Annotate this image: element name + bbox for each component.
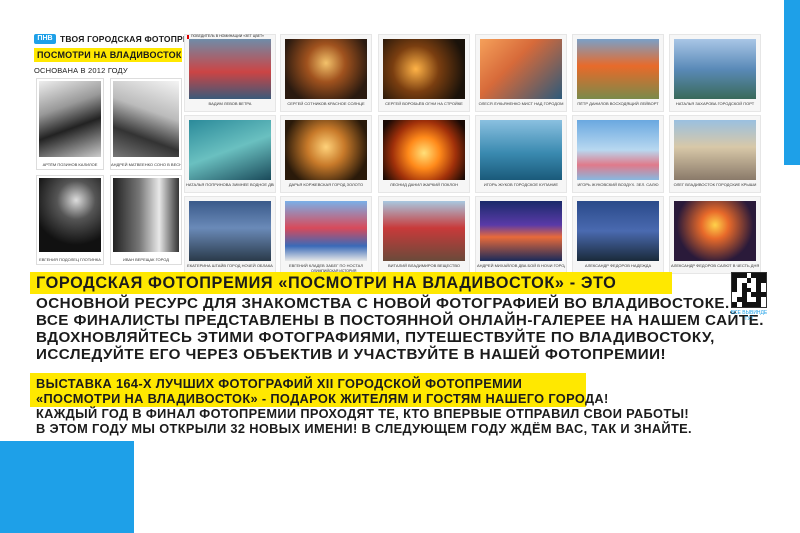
photo-image: [577, 39, 659, 99]
exhibition-line: «ПОСМОТРИ НА ВЛАДИВОСТОК» - ПОДАРОК ЖИТЕ…: [36, 391, 609, 406]
photo-image: [674, 39, 756, 99]
photo-image: [285, 201, 367, 261]
photo-caption: ВИТАЛИЙ ВЛАДИМИРОВ ВЕЩЕСТВО: [387, 263, 460, 268]
brand-header: ПНВ ТВОЯ ГОРОДСКАЯ ФОТОПРЕМИЯ: [34, 34, 209, 44]
brand-logo: ПНВ: [34, 34, 56, 44]
photo-tile: ВИТАЛИЙ ВЛАДИМИРОВ ВЕЩЕСТВО: [378, 196, 470, 274]
photo-tile: НАТАЛЬЯ ПОПРИНОВА ЗИМНЕЕ ВОДНОЕ ДВИЖЕНИЕ: [184, 115, 276, 193]
photo-tile: ЕКАТЕРИНА ШТАЙВ ГОРОД НОЧЕЙ ОБЛАКА: [184, 196, 276, 274]
intro-line: ВДОХНОВЛЯЙТЕСЬ ЭТИМИ ФОТОГРАФИЯМИ, ПУТЕШ…: [36, 329, 715, 346]
qr-module: [761, 302, 766, 307]
photo-caption: ЕКАТЕРИНА ШТАЙВ ГОРОД НОЧЕЙ ОБЛАКА: [187, 263, 273, 268]
photo-tile: ИГОРЬ ЖУКОВ ГОРОДСКОЕ КУПАНИЕ: [475, 115, 567, 193]
photo-image: [39, 81, 101, 157]
photo-image: [577, 120, 659, 180]
photo-caption: АЛЕКСАНДР ФЕДОРОВ САЛЮТ В ЧЕСТЬ ДНЯ ВМФ: [671, 263, 759, 268]
photo-caption: ЛЕОНИД ДАНИЛ ЖАРКИЙ ПОКЛОН: [389, 182, 459, 187]
photo-image: [383, 120, 465, 180]
exhibition-line: ВЫСТАВКА 164-Х ЛУЧШИХ ФОТОГРАФИЙ XII ГОР…: [36, 376, 523, 391]
photo-caption: АНДРЕЙ МИХАЙЛОВ ДВА БОЙ В НОЧИ ГОРОД: [477, 263, 565, 268]
blue-block-decoration: [0, 441, 134, 533]
photo-caption: АРТЁМ ПОЗИНОВ КАЛИЛОЕ: [42, 162, 98, 167]
photo-image: [480, 120, 562, 180]
photo-tile: ОЛЕГ ВЛАДИВОСТОК ГОРОДСКИЕ КРЫШИ: [669, 115, 761, 193]
intro-line: ВСЕ ФИНАЛИСТЫ ПРЕДСТАВЛЕНЫ В ПОСТОЯННОЙ …: [36, 312, 764, 329]
photo-tile: АНДРЕЙ МИХАЙЛОВ ДВА БОЙ В НОЧИ ГОРОД: [475, 196, 567, 274]
photo-caption: НАТАЛЬЯ ПОПРИНОВА ЗИМНЕЕ ВОДНОЕ ДВИЖЕНИЕ: [186, 182, 274, 187]
exhibition-line: КАЖДЫЙ ГОД В ФИНАЛ ФОТОПРЕМИИ ПРОХОДЯТ Т…: [36, 406, 690, 421]
photo-image: [285, 39, 367, 99]
photo-caption: ИГОРЬ ЖУКОВСКИЙ ВОЗДУХ. ЗЕЛ. САЛЮ: [577, 182, 659, 187]
photo-image: [39, 178, 101, 252]
photo-image: [383, 39, 465, 99]
photo-caption: ЕВГЕНИЯ ПОДОЛЕЦ ГЛОТИНКА: [39, 257, 101, 262]
bw-photo: ЕВГЕНИЯ ПОДОЛЕЦ ГЛОТИНКА: [36, 175, 104, 265]
photo-image: [674, 120, 756, 180]
photo-tile: ПОБЕДИТЕЛЬ В НОМИНАЦИИ «ЗЕТ ЦВЕТ» ВАДИМ …: [184, 34, 276, 112]
photo-image: [189, 39, 271, 99]
photo-tile: АЛЕКСАНДР ФЕДОРОВ НАДЕЖДА: [572, 196, 664, 274]
photo-image: [383, 201, 465, 261]
photo-caption: ОЛЕСЯ ЛУКЬЯНЕНКО МИСТ НАД ГОРОДОМ: [478, 101, 564, 106]
photo-caption: ОЛЕГ ВЛАДИВОСТОК ГОРОДСКИЕ КРЫШИ: [673, 182, 757, 187]
photo-caption: ЕВГЕНИЙ КЛАДЕВ ЗАБЕГ ПО НОСТАЛ: [288, 263, 364, 268]
photo-image: [674, 201, 756, 261]
photo-image: [113, 178, 179, 252]
photo-image: [189, 201, 271, 261]
bw-photo: ИВАН ВЕРЕЩАК ГОРОД: [110, 175, 182, 265]
photo-image: [113, 81, 179, 157]
photo-tile: ИГОРЬ ЖУКОВСКИЙ ВОЗДУХ. ЗЕЛ. САЛЮ: [572, 115, 664, 193]
intro-line: ОСНОВНОЙ РЕСУРС ДЛЯ ЗНАКОМСТВА С НОВОЙ Ф…: [36, 295, 730, 312]
photo-caption: АЛЕКСАНДР ФЕДОРОВ НАДЕЖДА: [584, 263, 652, 268]
photo-tile: ПЁТР ДАНИЛОВ ВОСХОДЯЩИЙ ЛЕЙВОРТ: [572, 34, 664, 112]
photo-tile: ЕВГЕНИЙ КЛАДЕВ ЗАБЕГ ПО НОСТАЛ ОЛИМПИЙСК…: [280, 196, 372, 274]
photo-tile: НАТАЛЬЯ ЗАХАРОВА ГОРОДСКОЙ ПОРТ: [669, 34, 761, 112]
brand-title: ПОСМОТРИ НА ВЛАДИВОСТОК: [34, 48, 182, 62]
photo-caption: СЕРГЕЙ ВОРОБЬЁВ ОГНИ НА СТРОЙКЕ: [385, 101, 463, 106]
photo-caption: ИГОРЬ ЖУКОВ ГОРОДСКОЕ КУПАНИЕ: [483, 182, 559, 187]
photo-tile: СЕРГЕЙ СОТНИКОВ КРАСНОЕ СОЛНЦЕ: [280, 34, 372, 112]
photo-caption: СЕРГЕЙ СОТНИКОВ КРАСНОЕ СОЛНЦЕ: [287, 101, 365, 106]
exhibition-line: В ЭТОМ ГОДУ МЫ ОТКРЫЛИ 32 НОВЫХ ИМЕНИ! В…: [36, 421, 692, 436]
photo-tile: ОЛЕСЯ ЛУКЬЯНЕНКО МИСТ НАД ГОРОДОМ: [475, 34, 567, 112]
photo-caption: ВАДИМ ЛЕВОВ ВЕТРА: [208, 101, 252, 106]
photo-tile: СЕРГЕЙ ВОРОБЬЁВ ОГНИ НА СТРОЙКЕ: [378, 34, 470, 112]
brand-founded: ОСНОВАНА В 2012 ГОДУ: [34, 66, 128, 75]
blue-corner-decoration: [784, 0, 800, 165]
photo-image: [480, 39, 562, 99]
photo-caption: ИВАН ВЕРЕЩАК ГОРОД: [123, 257, 169, 262]
photo-caption: НАТАЛЬЯ ЗАХАРОВА ГОРОДСКОЙ ПОРТ: [675, 101, 755, 106]
photo-image: [577, 201, 659, 261]
photo-caption: АНДРЕЙ МАТВЕЕНКО СОНО В ВЕСНЕ: [111, 162, 181, 167]
bw-photo: АНДРЕЙ МАТВЕЕНКО СОНО В ВЕСНЕ: [110, 78, 182, 170]
award-tag: ПОБЕДИТЕЛЬ В НОМИНАЦИИ «ЗЕТ ЦВЕТ»: [191, 34, 264, 38]
intro-line: ИССЛЕДУЙТЕ ЕГО ЧЕРЕЗ ОБЪЕКТИВ И УЧАСТВУЙ…: [36, 346, 666, 363]
qr-code[interactable]: [731, 272, 767, 308]
photo-tile: ДАРЬЯ КОРЖЕВСКАЯ ГОРОД ЗОЛОТО: [280, 115, 372, 193]
photo-tile: АЛЕКСАНДР ФЕДОРОВ САЛЮТ В ЧЕСТЬ ДНЯ ВМФ: [669, 196, 761, 274]
bw-photo: АРТЁМ ПОЗИНОВ КАЛИЛОЕ: [36, 78, 104, 170]
photo-image: [189, 120, 271, 180]
qr-label: ВСЕ ВЫВИНДЕ ТУТ: [730, 310, 768, 322]
photo-image: [480, 201, 562, 261]
photo-caption: ДАРЬЯ КОРЖЕВСКАЯ ГОРОД ЗОЛОТО: [288, 182, 364, 187]
photo-tile: ЛЕОНИД ДАНИЛ ЖАРКИЙ ПОКЛОН: [378, 115, 470, 193]
intro-line: ГОРОДСКАЯ ФОТОПРЕМИЯ «ПОСМОТРИ НА ВЛАДИВ…: [36, 274, 617, 292]
photo-caption: ПЁТР ДАНИЛОВ ВОСХОДЯЩИЙ ЛЕЙВОРТ: [577, 101, 659, 106]
photo-image: [285, 120, 367, 180]
